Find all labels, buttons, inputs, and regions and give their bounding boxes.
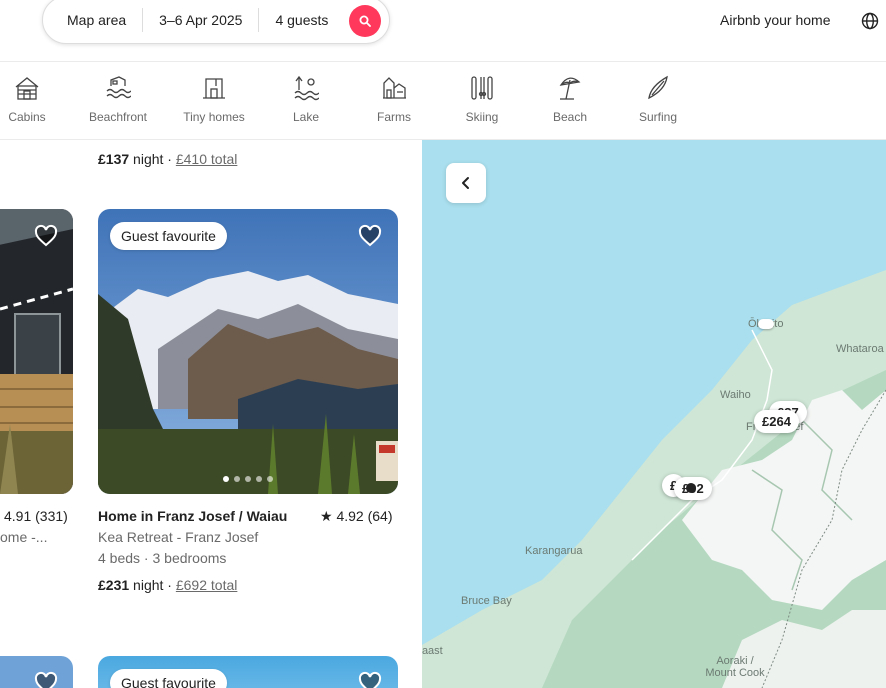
category-label: Beachfront: [88, 110, 148, 124]
cabin-icon: [15, 77, 39, 100]
map-price-pin[interactable]: £264: [754, 410, 799, 433]
carousel-dot[interactable]: [223, 476, 229, 482]
top-header: Map area 3–6 Apr 2025 4 guests Airbnb yo…: [0, 0, 886, 62]
farm-icon: [383, 77, 406, 99]
listing-price: £137 night · £410 total: [98, 151, 237, 167]
category-label: Surfing: [638, 110, 678, 124]
category-lake[interactable]: Lake: [266, 74, 346, 124]
price-separator: ·: [167, 577, 172, 593]
airbnb-your-home-link[interactable]: Airbnb your home: [720, 12, 831, 28]
listing-title[interactable]: Home in Franz Josef / Waiau: [98, 508, 287, 524]
listing-host: Kea Retreat - Franz Josef: [98, 529, 259, 545]
listing-rating-partial: 4.91 (331): [4, 508, 68, 524]
listing-subtitle-partial: ome -...: [0, 529, 48, 545]
category-beachfront[interactable]: Beachfront: [78, 74, 158, 124]
map-place-label: Haast: [422, 645, 443, 657]
beachfront-icon: [106, 76, 131, 99]
map-marker-dot[interactable]: [686, 483, 696, 493]
category-beach[interactable]: Beach: [530, 74, 610, 124]
search-dates[interactable]: 3–6 Apr 2025: [143, 12, 258, 28]
category-label: Skiing: [465, 110, 499, 124]
category-label: Tiny homes: [183, 110, 245, 124]
listing-rating: ★ 4.92 (64): [320, 508, 393, 524]
guest-favourite-badge: Guest favourite: [110, 669, 227, 688]
carousel-dot[interactable]: [234, 476, 240, 482]
category-tiny-homes[interactable]: Tiny homes: [174, 74, 254, 124]
chevron-left-icon: [462, 177, 469, 189]
tiny-home-icon: [203, 78, 225, 99]
heart-icon[interactable]: [358, 671, 382, 688]
beach-umbrella-icon: [559, 77, 581, 100]
map-place-label: Whataroa: [836, 343, 884, 355]
listing-price: £231 night · £692 total: [98, 577, 237, 593]
map-view[interactable]: Ōkārito Whataroa Waiho Franz Josef Karan…: [422, 140, 886, 688]
listing-photo-image: [0, 209, 73, 494]
carousel-dot[interactable]: [245, 476, 251, 482]
heart-icon[interactable]: [34, 224, 58, 248]
collapse-map-button[interactable]: [446, 163, 486, 203]
category-label: Beach: [552, 110, 588, 124]
carousel-dot[interactable]: [256, 476, 262, 482]
category-label: Farms: [377, 110, 411, 124]
category-surfing[interactable]: Surfing: [618, 74, 698, 124]
price-separator: ·: [167, 151, 172, 167]
category-skiing[interactable]: Skiing: [442, 74, 522, 124]
category-label: Lake: [292, 110, 320, 124]
price-total[interactable]: £692 total: [176, 577, 238, 593]
price-unit: night: [133, 151, 164, 167]
search-icon: [359, 15, 371, 27]
category-bar: Cabins Beachfront Tiny homes Lake Farms …: [0, 62, 886, 140]
map-place-label: Karangarua: [525, 545, 583, 557]
heart-icon[interactable]: [34, 671, 58, 688]
heart-icon[interactable]: [358, 224, 382, 248]
globe-icon[interactable]: [861, 12, 879, 30]
carousel-dot[interactable]: [267, 476, 273, 482]
listing-photo-partial[interactable]: [0, 209, 73, 494]
listings-panel: £137 night · £410 total 4.91 (331) ome -…: [0, 140, 422, 688]
category-label: Cabins: [8, 110, 46, 124]
skiing-icon: [471, 76, 493, 100]
search-button[interactable]: [349, 5, 381, 37]
search-bar[interactable]: Map area 3–6 Apr 2025 4 guests: [42, 0, 390, 44]
surfboard-icon: [648, 75, 668, 100]
search-guests[interactable]: 4 guests: [259, 12, 344, 28]
map-place-label: Bruce Bay: [461, 595, 512, 607]
photo-carousel-dots[interactable]: [223, 476, 273, 482]
price-total[interactable]: £410 total: [176, 151, 238, 167]
listing-photo-image: [98, 209, 398, 494]
price-amount: £137: [98, 151, 130, 167]
listing-details: 4 beds · 3 bedrooms: [98, 550, 227, 566]
map-place-label: Aoraki / Mount Cook: [705, 655, 765, 679]
search-location[interactable]: Map area: [43, 12, 142, 28]
map-place-label: Waiho: [720, 389, 751, 401]
lake-icon: [294, 75, 319, 101]
category-cabins[interactable]: Cabins: [0, 74, 67, 124]
price-amount: £231: [98, 577, 130, 593]
map-marker-small[interactable]: [758, 319, 774, 329]
guest-favourite-badge: Guest favourite: [110, 222, 227, 250]
listing-photo[interactable]: [98, 209, 398, 494]
price-unit: night: [133, 577, 164, 593]
category-farms[interactable]: Farms: [354, 74, 434, 124]
